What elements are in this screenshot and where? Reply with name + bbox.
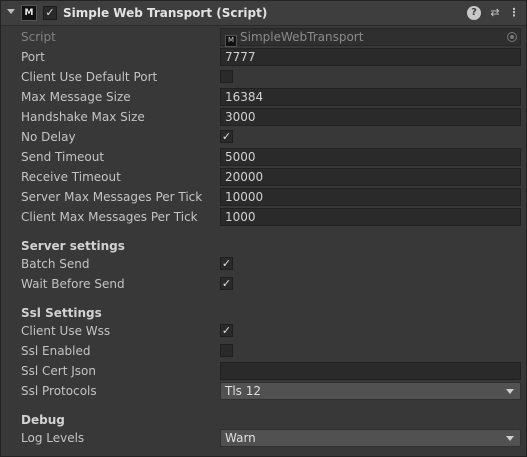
send-timeout-field[interactable]: 5000 [220, 148, 521, 166]
ssl-settings-header: Ssl Settings [21, 306, 102, 320]
dropdown-arrow-icon [506, 389, 514, 394]
batch-send-label: Batch Send [21, 257, 90, 271]
ssl-protocols-value: Tls 12 [225, 384, 261, 398]
max-message-size-field[interactable]: 16384 [220, 88, 521, 106]
script-icon: M [21, 5, 37, 21]
receive-timeout-label: Receive Timeout [21, 170, 121, 184]
receive-timeout-field[interactable]: 20000 [220, 168, 521, 186]
context-menu-icon[interactable]: ⋮ [507, 6, 521, 20]
server-settings-header: Server settings [21, 239, 125, 253]
script-object-field[interactable]: M SimpleWebTransport [220, 28, 521, 47]
log-levels-label: Log Levels [21, 431, 85, 445]
server-max-messages-label: Server Max Messages Per Tick [21, 190, 203, 204]
log-levels-value: Warn [225, 431, 256, 445]
client-use-wss-label: Client Use Wss [21, 324, 111, 338]
log-levels-dropdown[interactable]: Warn [220, 429, 521, 447]
script-value: SimpleWebTransport [240, 30, 364, 44]
component-title: Simple Web Transport (Script) [63, 6, 268, 20]
max-message-size-label: Max Message Size [21, 90, 131, 104]
batch-send-checkbox[interactable]: ✓ [220, 257, 233, 270]
port-field[interactable]: 7777 [220, 48, 521, 66]
ssl-cert-json-label: Ssl Cert Json [21, 364, 96, 378]
client-use-wss-checkbox[interactable]: ✓ [220, 324, 233, 337]
send-timeout-label: Send Timeout [21, 150, 105, 164]
handshake-max-size-label: Handshake Max Size [21, 110, 145, 124]
client-use-default-port-checkbox[interactable] [220, 70, 233, 83]
component-enabled-checkbox[interactable]: ✓ [43, 6, 57, 20]
no-delay-checkbox[interactable]: ✓ [220, 130, 233, 143]
help-icon[interactable]: ? [467, 6, 481, 20]
port-label: Port [21, 50, 45, 64]
handshake-max-size-field[interactable]: 3000 [220, 108, 521, 126]
ssl-protocols-dropdown[interactable]: Tls 12 [220, 382, 521, 400]
foldout-arrow-icon[interactable] [7, 9, 15, 14]
dropdown-arrow-icon [506, 436, 514, 441]
component-header[interactable]: M ✓ Simple Web Transport (Script) ? ⇄ ⋮ [1, 1, 526, 26]
server-max-messages-field[interactable]: 10000 [220, 188, 521, 206]
ssl-protocols-label: Ssl Protocols [21, 384, 97, 398]
client-use-default-port-label: Client Use Default Port [21, 70, 158, 84]
presets-icon[interactable]: ⇄ [488, 6, 502, 20]
no-delay-label: No Delay [21, 130, 76, 144]
script-label: Script [21, 30, 56, 44]
debug-header: Debug [21, 413, 65, 427]
client-max-messages-label: Client Max Messages Per Tick [21, 210, 198, 224]
wait-before-send-label: Wait Before Send [21, 277, 125, 291]
ssl-enabled-checkbox[interactable] [220, 344, 233, 357]
client-max-messages-field[interactable]: 1000 [220, 208, 521, 226]
wait-before-send-checkbox[interactable]: ✓ [220, 277, 233, 290]
ssl-cert-json-field[interactable] [220, 362, 521, 380]
inspector-component-panel: M ✓ Simple Web Transport (Script) ? ⇄ ⋮ … [0, 0, 527, 457]
script-asset-icon: M [225, 35, 237, 47]
ssl-enabled-label: Ssl Enabled [21, 344, 91, 358]
object-picker-icon[interactable] [507, 32, 517, 42]
